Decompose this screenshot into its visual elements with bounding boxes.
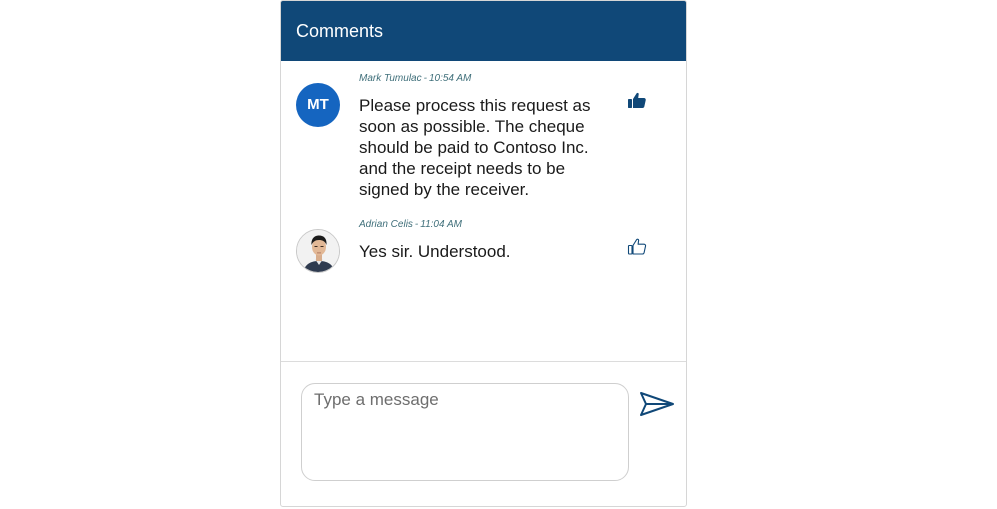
- profile-photo-icon: [297, 230, 339, 272]
- comment-meta: Adrian Celis -11:04 AM: [359, 219, 462, 231]
- comment-text: Please process this request as soon as p…: [359, 96, 591, 199]
- composer-divider: [281, 361, 686, 362]
- comments-panel: Comments MT Mark Tumulac -10:54 AM Please…: [280, 0, 687, 507]
- comment-time: 10:54 AM: [428, 73, 472, 84]
- avatar-initials: MT: [307, 96, 329, 113]
- thumbs-up-outline-icon[interactable]: [626, 236, 648, 258]
- comment-meta: Mark Tumulac -10:54 AM: [359, 73, 471, 85]
- send-icon[interactable]: [639, 391, 675, 417]
- comments-header: Comments: [281, 1, 686, 61]
- comment-author: Mark Tumulac: [359, 73, 422, 84]
- comment-author: Adrian Celis: [359, 219, 413, 230]
- avatar: [296, 229, 340, 273]
- avatar: MT: [296, 83, 340, 127]
- header-title: Comments: [296, 21, 384, 41]
- comment-text: Yes sir. Understood.: [359, 242, 511, 261]
- comment-time: 11:04 AM: [420, 219, 462, 230]
- message-input[interactable]: [301, 383, 629, 481]
- comment-list: MT Mark Tumulac -10:54 AM Please process …: [281, 61, 686, 361]
- thumbs-up-filled-icon[interactable]: [626, 90, 648, 112]
- meta-separator: -: [423, 73, 427, 84]
